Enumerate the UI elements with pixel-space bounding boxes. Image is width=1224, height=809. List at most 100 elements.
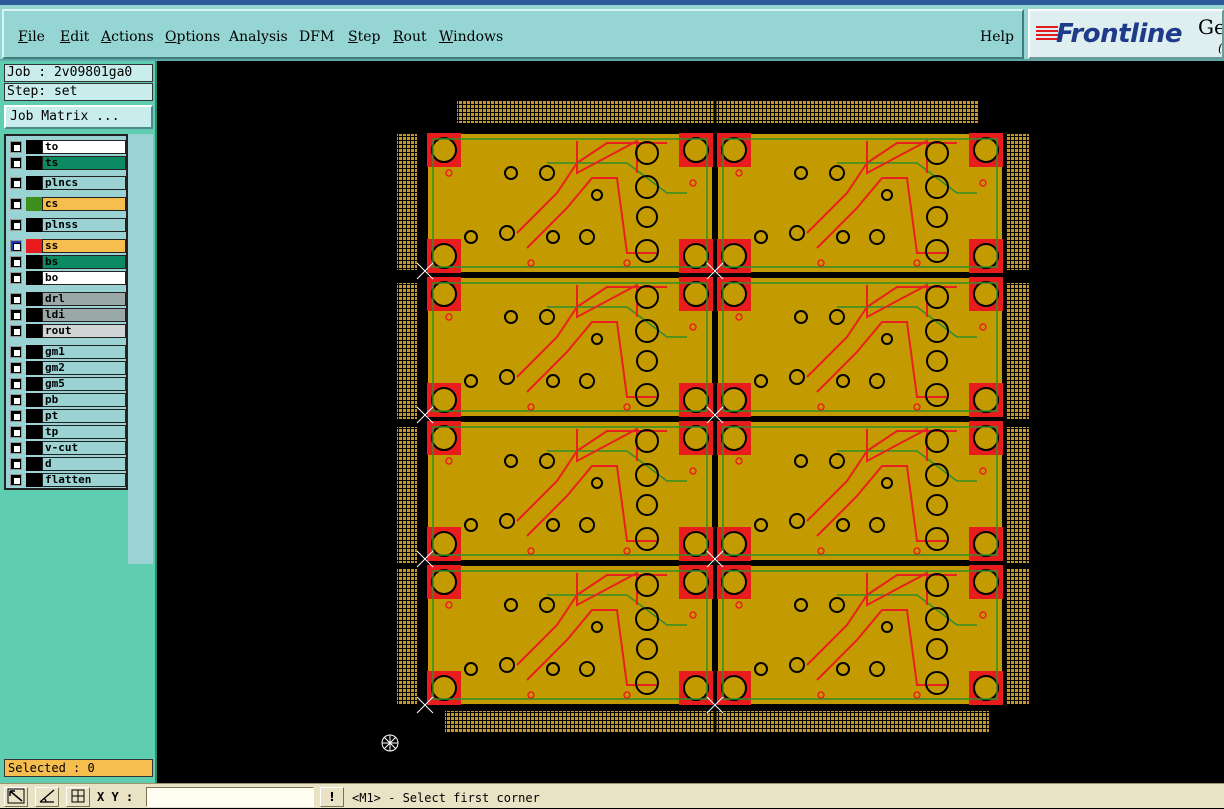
layer-color-swatch[interactable]	[26, 473, 42, 487]
menu-actions[interactable]: Actions	[101, 29, 154, 45]
layer-name[interactable]: gm5	[42, 377, 126, 391]
layer-color-swatch[interactable]	[26, 425, 42, 439]
pcb-panel-view[interactable]	[159, 61, 1224, 783]
layer-checkbox[interactable]	[10, 426, 22, 438]
layer-color-swatch[interactable]	[26, 308, 42, 322]
layer-row-gm1[interactable]: gm1	[8, 345, 126, 359]
layer-color-swatch[interactable]	[26, 457, 42, 471]
layer-color-swatch[interactable]	[26, 176, 42, 190]
layer-checkbox[interactable]	[10, 394, 22, 406]
layer-row-to[interactable]: to	[8, 140, 126, 154]
measure-button[interactable]	[35, 787, 59, 807]
menu-edit[interactable]: Edit	[60, 29, 89, 45]
menu-step[interactable]: Step	[348, 29, 380, 45]
layer-row-drl[interactable]: drl	[8, 292, 126, 306]
menu-file[interactable]: File	[18, 29, 45, 45]
layer-color-swatch[interactable]	[26, 156, 42, 170]
graphics-canvas[interactable]	[159, 61, 1224, 783]
menu-windows[interactable]: Windows	[439, 29, 503, 45]
layer-color-swatch[interactable]	[26, 197, 42, 211]
layer-color-swatch[interactable]	[26, 255, 42, 269]
layer-name[interactable]: pt	[42, 409, 126, 423]
layer-color-swatch[interactable]	[26, 271, 42, 285]
menu-analysis[interactable]: Analysis	[229, 29, 288, 45]
layer-name[interactable]: gm1	[42, 345, 126, 359]
layer-checkbox[interactable]	[10, 442, 22, 454]
layer-row-ldi[interactable]: ldi	[8, 308, 126, 322]
layer-checkbox[interactable]	[10, 378, 22, 390]
layer-color-swatch[interactable]	[26, 345, 42, 359]
layer-name[interactable]: d	[42, 457, 126, 471]
layer-row-gm2[interactable]: gm2	[8, 361, 126, 375]
layer-color-swatch[interactable]	[26, 140, 42, 154]
layer-row-pt[interactable]: pt	[8, 409, 126, 423]
layer-row-cs[interactable]: cs	[8, 197, 126, 211]
layer-checkbox[interactable]	[10, 458, 22, 470]
layer-checkbox[interactable]	[10, 272, 22, 284]
layer-row-rout[interactable]: rout	[8, 324, 126, 338]
alert-button[interactable]: !	[320, 787, 344, 807]
layer-name[interactable]: bs	[42, 255, 126, 269]
layer-color-swatch[interactable]	[26, 361, 42, 375]
layer-color-swatch[interactable]	[26, 239, 42, 253]
job-matrix-button[interactable]: Job Matrix ...	[4, 105, 153, 129]
layer-checkbox[interactable]	[10, 410, 22, 422]
layer-name[interactable]: plncs	[42, 176, 126, 190]
layer-name[interactable]: gm2	[42, 361, 126, 375]
layer-checkbox[interactable]	[10, 346, 22, 358]
layer-checkbox[interactable]	[10, 293, 22, 305]
layer-row-pb[interactable]: pb	[8, 393, 126, 407]
layer-checkbox[interactable]	[10, 325, 22, 337]
layer-name[interactable]: drl	[42, 292, 126, 306]
corner-hole	[973, 531, 999, 557]
layer-name[interactable]: ldi	[42, 308, 126, 322]
layer-checkbox[interactable]	[10, 240, 22, 252]
menu-help[interactable]: Help	[980, 29, 1014, 45]
layer-color-swatch[interactable]	[26, 441, 42, 455]
layer-name[interactable]: rout	[42, 324, 126, 338]
layer-row-ts[interactable]: ts	[8, 156, 126, 170]
zoom-fit-button[interactable]	[4, 787, 28, 807]
layer-checkbox[interactable]	[10, 362, 22, 374]
layer-row-v-cut[interactable]: v-cut	[8, 441, 126, 455]
layer-name[interactable]: cs	[42, 197, 126, 211]
layer-name[interactable]: plnss	[42, 218, 126, 232]
layer-row-bo[interactable]: bo	[8, 271, 126, 285]
layer-color-swatch[interactable]	[26, 324, 42, 338]
layer-color-swatch[interactable]	[26, 218, 42, 232]
layer-color-swatch[interactable]	[26, 409, 42, 423]
layer-checkbox[interactable]	[10, 309, 22, 321]
menu-options[interactable]: Options	[165, 29, 220, 45]
layer-row-flatten[interactable]: flatten	[8, 473, 126, 487]
layer-name[interactable]: ts	[42, 156, 126, 170]
layer-name[interactable]: flatten	[42, 473, 126, 487]
xy-input[interactable]	[146, 787, 314, 807]
layer-color-swatch[interactable]	[26, 377, 42, 391]
layer-checkbox[interactable]	[10, 256, 22, 268]
layer-name[interactable]: to	[42, 140, 126, 154]
layer-name[interactable]: ss	[42, 239, 126, 253]
layer-name[interactable]: pb	[42, 393, 126, 407]
layer-checkbox[interactable]	[10, 219, 22, 231]
menu-rout[interactable]: Rout	[393, 29, 427, 45]
corner-hole	[683, 569, 709, 595]
layer-row-bs[interactable]: bs	[8, 255, 126, 269]
layer-checkbox[interactable]	[10, 141, 22, 153]
layer-color-swatch[interactable]	[26, 393, 42, 407]
layer-row-tp[interactable]: tp	[8, 425, 126, 439]
grid-button[interactable]	[66, 787, 90, 807]
menu-dfm[interactable]: DFM	[299, 29, 334, 45]
layer-row-plnss[interactable]: plnss	[8, 218, 126, 232]
layer-name[interactable]: bo	[42, 271, 126, 285]
layer-row-plncs[interactable]: plncs	[8, 176, 126, 190]
layer-color-swatch[interactable]	[26, 292, 42, 306]
layer-row-ss[interactable]: ss	[8, 239, 126, 253]
layer-checkbox[interactable]	[10, 157, 22, 169]
layer-checkbox[interactable]	[10, 177, 22, 189]
layer-name[interactable]: v-cut	[42, 441, 126, 455]
layer-checkbox[interactable]	[10, 198, 22, 210]
layer-name[interactable]: tp	[42, 425, 126, 439]
layer-checkbox[interactable]	[10, 474, 22, 486]
layer-row-gm5[interactable]: gm5	[8, 377, 126, 391]
layer-row-d[interactable]: d	[8, 457, 126, 471]
